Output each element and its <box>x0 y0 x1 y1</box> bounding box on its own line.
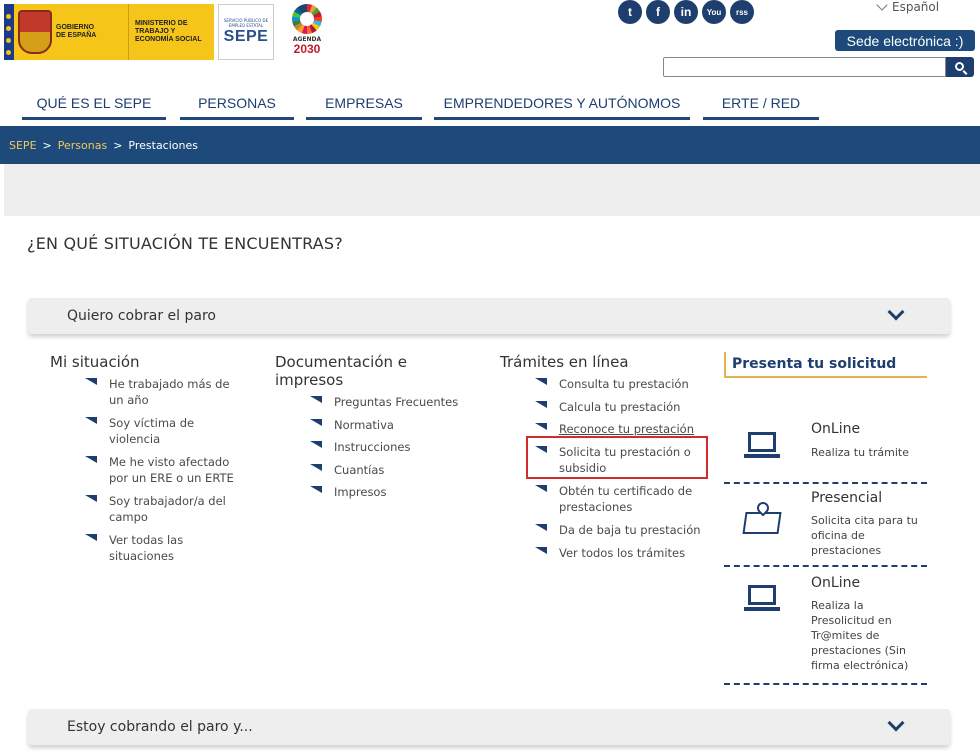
accordion-estoy-cobrando[interactable]: Estoy cobrando el paro y... <box>28 709 950 745</box>
side-title: Presenta tu solicitud <box>724 352 927 378</box>
highlight-box <box>526 436 708 479</box>
sdg-ring-icon <box>292 4 322 34</box>
language-label: Español <box>892 0 940 14</box>
nav-emprendedores[interactable]: EMPRENDEDORES Y AUTÓNOMOS <box>434 88 690 120</box>
eu-flag <box>4 4 14 60</box>
gobierno-logo: GOBIERNO DE ESPAÑA <box>14 4 128 60</box>
list-item[interactable]: Normativa <box>300 417 480 433</box>
triangle-bullet-icon <box>535 485 547 492</box>
side-block-title: Presencial <box>811 490 883 506</box>
search-button[interactable] <box>946 57 974 77</box>
column-title-tramites: Trámites en línea <box>500 353 629 371</box>
list-item[interactable]: Calcula tu prestación <box>525 399 705 415</box>
coat-of-arms-icon <box>18 10 52 54</box>
triangle-bullet-icon <box>85 456 97 463</box>
linkedin-icon[interactable]: in <box>674 0 698 24</box>
triangle-bullet-icon <box>535 546 547 554</box>
nav-erte-red[interactable]: ERTE / RED <box>703 88 819 120</box>
site-header: GOBIERNO DE ESPAÑA MINISTERIO DE TRABAJO… <box>0 0 980 126</box>
side-block-online-presolicitud[interactable]: OnLine Realiza la Presolicitud en Tr@mit… <box>724 569 927 685</box>
list-item[interactable]: Impresos <box>300 484 480 500</box>
triangle-bullet-icon <box>535 400 547 408</box>
triangle-bullet-icon <box>85 534 97 541</box>
side-block-online[interactable]: OnLine Realiza tu trámite <box>724 418 927 484</box>
logos[interactable]: GOBIERNO DE ESPAÑA MINISTERIO DE TRABAJO… <box>4 4 332 60</box>
ministerio-text: MINISTERIO DE TRABAJO Y ECONOMÍA SOCIAL <box>135 20 202 43</box>
list-item[interactable]: Ver todas las situaciones <box>75 532 235 564</box>
breadcrumb-separator: > <box>113 138 123 152</box>
side-block-title: OnLine <box>811 421 861 437</box>
side-block-text: Realiza tu trámite <box>811 446 909 459</box>
breadcrumb-personas[interactable]: Personas <box>58 139 107 152</box>
nav-personas[interactable]: PERSONAS <box>180 88 294 120</box>
list-item[interactable]: Soy trabajador/a del campo <box>75 493 235 525</box>
breadcrumb-current: Prestaciones <box>128 138 198 152</box>
breadcrumb: SEPE > Personas > Prestaciones <box>0 126 980 164</box>
list-item[interactable]: Da de baja tu prestación <box>525 522 705 538</box>
sepe-small-text: SERVICIO PÚBLICO DE EMPLEO ESTATAL <box>223 18 269 28</box>
social-links: t f in You rss <box>618 0 754 24</box>
list-mi-situacion: He trabajado más de un año Soy víctima d… <box>75 376 235 564</box>
sepe-text: SEPE <box>223 28 269 45</box>
laptop-icon <box>744 432 780 462</box>
map-icon <box>742 499 782 534</box>
accordion-quiero-cobrar[interactable]: Quiero cobrar el paro <box>28 298 950 334</box>
triangle-bullet-icon <box>535 423 547 430</box>
nav-que-es-el-sepe[interactable]: QUÉ ES EL SEPE <box>22 88 166 120</box>
list-item[interactable]: He trabajado más de un año <box>75 376 235 408</box>
facebook-icon[interactable]: f <box>646 0 670 24</box>
side-block-text: Realiza la Presolicitud en Tr@mites de p… <box>811 599 909 672</box>
accordion-label: Quiero cobrar el paro <box>67 308 216 324</box>
list-documentacion: Preguntas Frecuentes Normativa Instrucci… <box>300 394 480 500</box>
language-selector[interactable]: Español <box>876 0 940 14</box>
sepe-logo[interactable]: SERVICIO PÚBLICO DE EMPLEO ESTATAL SEPE <box>218 4 274 60</box>
ministerio-logo: MINISTERIO DE TRABAJO Y ECONOMÍA SOCIAL <box>128 4 214 60</box>
list-item[interactable]: Reconoce tu prestación <box>525 421 705 437</box>
list-item[interactable]: Soy víctima de violencia <box>75 415 235 447</box>
triangle-bullet-icon <box>85 495 97 502</box>
list-item[interactable]: Preguntas Frecuentes <box>300 394 480 410</box>
search-icon <box>954 61 964 71</box>
chevron-down-icon[interactable] <box>887 303 905 321</box>
list-item[interactable]: Me he visto afectado por un ERE o un ERT… <box>75 454 235 486</box>
column-title-documentacion: Documentación e impresos <box>275 353 407 389</box>
column-title-mi-situacion: Mi situación <box>50 353 140 371</box>
triangle-bullet-icon <box>310 396 322 403</box>
triangle-bullet-icon <box>310 486 322 493</box>
laptop-icon <box>744 585 780 615</box>
breadcrumb-separator: > <box>42 138 52 152</box>
accordion-label: Estoy cobrando el paro y... <box>67 719 253 735</box>
page-title: ¿EN QUÉ SITUACIÓN TE ENCUENTRAS? <box>27 234 343 253</box>
breadcrumb-sepe[interactable]: SEPE <box>9 139 37 152</box>
triangle-bullet-icon <box>310 418 322 426</box>
chevron-down-icon[interactable] <box>887 714 905 732</box>
triangle-bullet-icon <box>85 378 97 385</box>
side-block-presencial[interactable]: Presencial Solicita cita para tu oficina… <box>724 486 927 567</box>
list-item[interactable]: Instrucciones <box>300 439 480 455</box>
rss-icon[interactable]: rss <box>730 0 754 24</box>
triangle-bullet-icon <box>535 524 547 531</box>
search-input[interactable] <box>663 57 946 77</box>
banner-placeholder <box>4 164 980 216</box>
sede-electronica-button[interactable]: Sede electrónica :) <box>835 30 975 51</box>
twitter-icon[interactable]: t <box>618 0 642 24</box>
agenda-year: 2030 <box>293 42 321 56</box>
agenda-2030-logo[interactable]: AGENDA 2030 <box>282 4 332 60</box>
chevron-down-icon <box>876 0 888 11</box>
side-block-title: OnLine <box>811 575 861 591</box>
triangle-bullet-icon <box>535 378 547 385</box>
triangle-bullet-icon <box>310 463 322 471</box>
list-item[interactable]: Consulta tu prestación <box>525 376 705 392</box>
list-item[interactable]: Cuantías <box>300 462 480 478</box>
triangle-bullet-icon <box>85 417 97 424</box>
side-block-text: Solicita cita para tu oficina de prestac… <box>811 514 918 557</box>
triangle-bullet-icon <box>310 441 322 448</box>
list-item[interactable]: Obtén tu certificado de prestaciones <box>525 483 705 515</box>
gobierno-text: GOBIERNO DE ESPAÑA <box>56 24 97 39</box>
youtube-icon[interactable]: You <box>702 0 726 24</box>
nav-empresas[interactable]: EMPRESAS <box>306 88 422 120</box>
presenta-solicitud-panel: Presenta tu solicitud <box>724 352 927 378</box>
list-item[interactable]: Ver todos los trámites <box>525 545 705 561</box>
